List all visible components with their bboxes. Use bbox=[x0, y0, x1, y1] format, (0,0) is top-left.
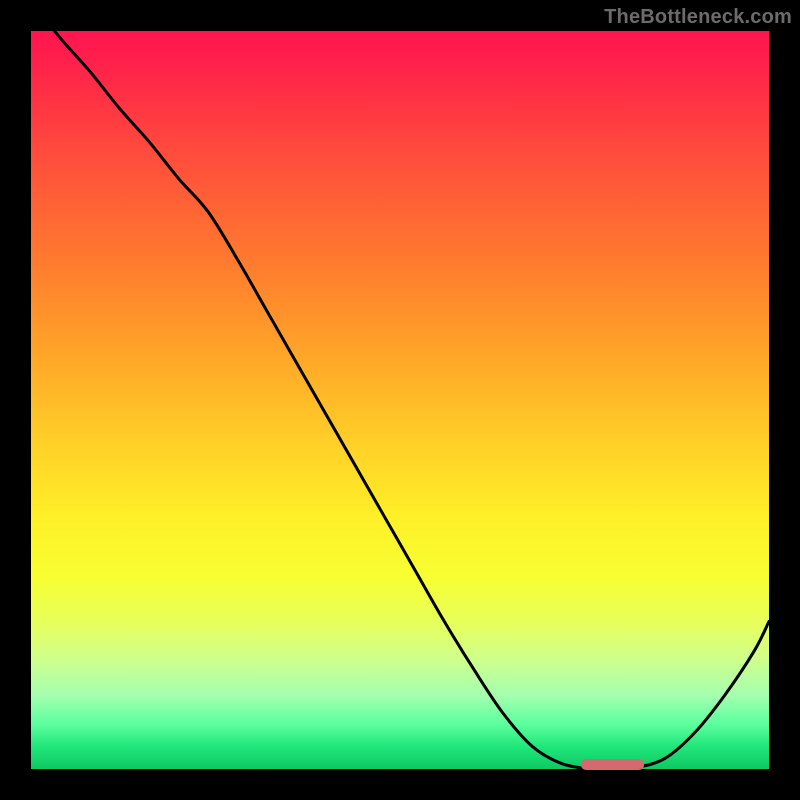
bottleneck-chart bbox=[31, 31, 769, 769]
watermark-text: TheBottleneck.com bbox=[604, 6, 792, 29]
optimal-range-marker bbox=[581, 759, 644, 770]
x-axis-area bbox=[0, 769, 800, 800]
y-axis-area bbox=[0, 0, 31, 800]
curve-svg bbox=[31, 31, 769, 769]
bottleneck-curve-path bbox=[31, 31, 769, 769]
